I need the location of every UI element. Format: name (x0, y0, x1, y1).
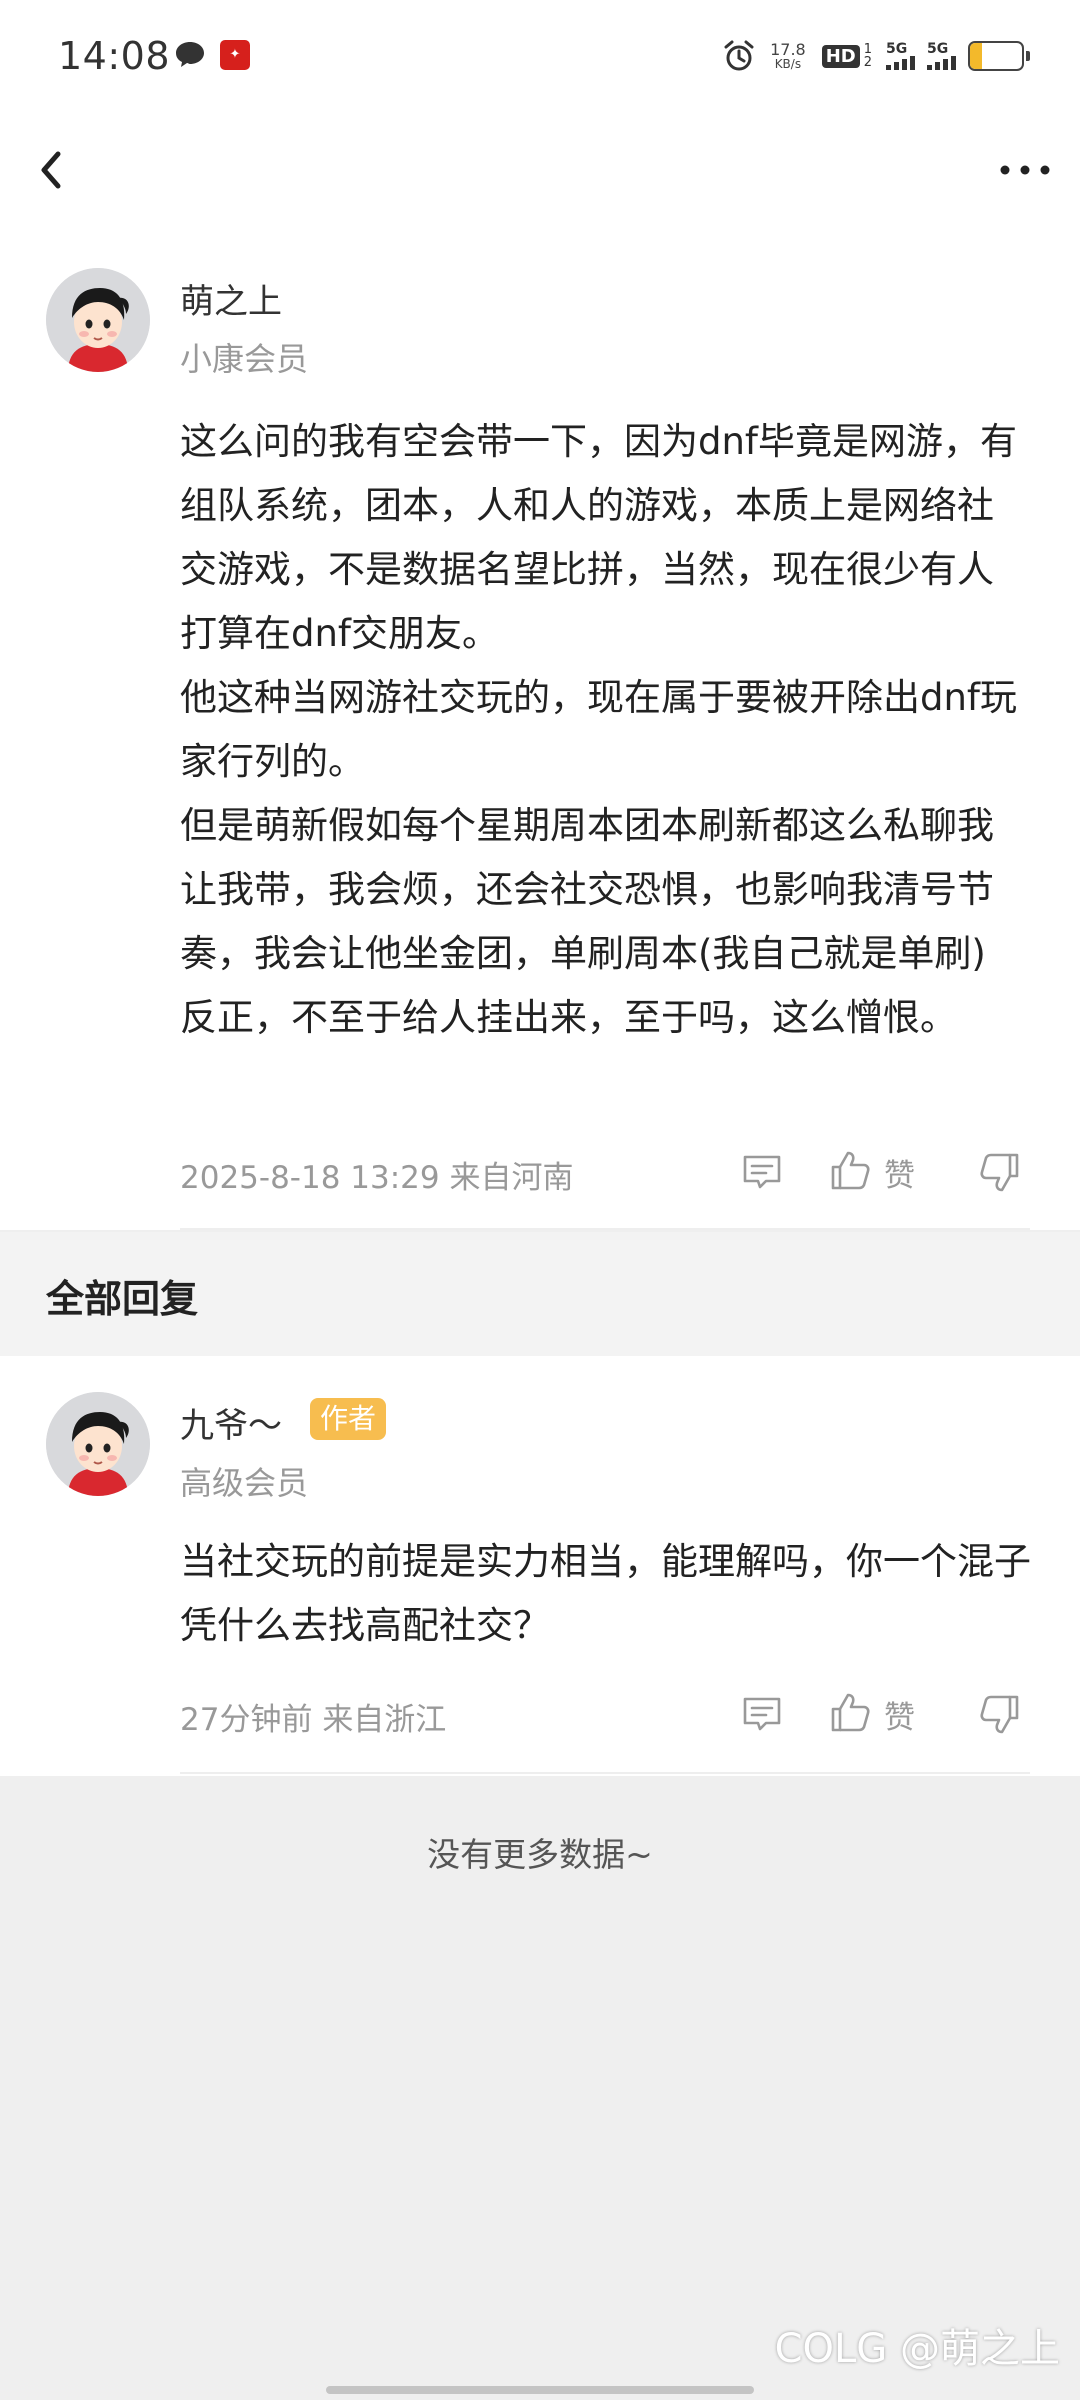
no-more-data-text: 没有更多数据~ (427, 1835, 653, 1874)
reply-meta: 27分钟前 来自浙江 (180, 1694, 446, 1739)
more-dots-icon[interactable] (998, 158, 1052, 182)
reply-avatar[interactable] (46, 1392, 150, 1496)
status-time: 14:08 (58, 34, 171, 78)
post-paragraph: 反正，不至于给人挂出来，至于吗，这么憎恨。 (180, 996, 957, 1039)
post-user-level: 小康会员 (180, 340, 309, 378)
watermark: COLG @萌之上 (774, 2326, 1060, 2372)
signal-sim1-icon: 5G (886, 42, 915, 70)
status-indicators: 17.8 KB/s HD 1 2 5G 5G 24 (722, 36, 1030, 76)
avatar[interactable] (46, 268, 150, 372)
author-badge: 作者 (310, 1398, 387, 1440)
hd-sim-bottom: 2 (863, 55, 872, 70)
reply-time: 27分钟前 (180, 1702, 313, 1738)
sim2-network-label: 5G (927, 41, 949, 57)
reply-divider (180, 1772, 1030, 1774)
battery-tip (1026, 51, 1030, 61)
sim1-network-label: 5G (886, 41, 908, 57)
battery-icon: 24 (968, 41, 1024, 71)
thumbs-down-icon[interactable] (978, 1692, 1022, 1736)
cartoon-avatar-icon (46, 1392, 150, 1496)
cartoon-avatar-icon (46, 268, 150, 372)
message-bubble-icon (176, 42, 204, 67)
reply-content: 当社交玩的前提是实力相当，能理解吗，你一个混子凭什么去找高配社交？ (180, 1540, 1031, 1647)
post-username[interactable]: 萌之上 (180, 274, 282, 323)
reply-username[interactable]: 九爷～ (180, 1398, 282, 1447)
post-divider (180, 1228, 1030, 1230)
network-speed-value: 17.8 (770, 40, 806, 59)
comment-icon[interactable] (740, 1692, 784, 1736)
signal-sim2-icon: 5G (927, 42, 956, 70)
reply-location: 来自浙江 (322, 1702, 447, 1738)
like-label[interactable]: 赞 (884, 1150, 915, 1195)
post-paragraph: 他这种当网游社交玩的，现在属于要被开除出dnf玩家行列的。 (180, 676, 1017, 783)
chevron-left-icon[interactable] (30, 146, 70, 194)
post-meta: 2025-8-18 13:29 来自河南 (180, 1152, 573, 1197)
alarm-icon (724, 40, 754, 71)
post-datetime: 2025-8-18 13:29 (180, 1160, 440, 1196)
home-indicator[interactable] (326, 2386, 754, 2394)
nav-bar (0, 130, 1080, 210)
network-speed-unit: KB/s (774, 57, 802, 71)
thumbs-up-icon[interactable] (828, 1148, 872, 1192)
network-speed: 17.8 KB/s (770, 41, 806, 71)
hd-sim-indices: 1 2 (864, 43, 872, 69)
post-location: 来自河南 (449, 1160, 574, 1196)
replies-section-title: 全部回复 (46, 1277, 199, 1321)
post-paragraph: 但是萌新假如每个星期周本团本刷新都这么私聊我让我带，我会烦，还会社交恐惧，也影响… (180, 804, 994, 975)
post-paragraph: 这么问的我有空会带一下，因为dnf毕竟是网游，有组队系统，团本，人和人的游戏，本… (180, 420, 1017, 655)
comment-icon[interactable] (740, 1150, 784, 1194)
hd-voice-icon: HD (821, 44, 860, 68)
thumbs-up-icon[interactable] (828, 1690, 872, 1734)
reply-like-label[interactable]: 赞 (884, 1692, 915, 1737)
thumbs-down-icon[interactable] (978, 1150, 1022, 1194)
app-notification-icon: ✦ (220, 40, 250, 70)
post-content: 这么问的我有空会带一下，因为dnf毕竟是网游，有组队系统，团本，人和人的游戏，本… (180, 410, 1030, 1050)
battery-level: 24 (982, 44, 1010, 68)
status-bar: 14:08 ✦ 17.8 KB/s HD 1 2 5G 5G 24 (0, 0, 1080, 110)
reply-user-level: 高级会员 (180, 1464, 309, 1502)
